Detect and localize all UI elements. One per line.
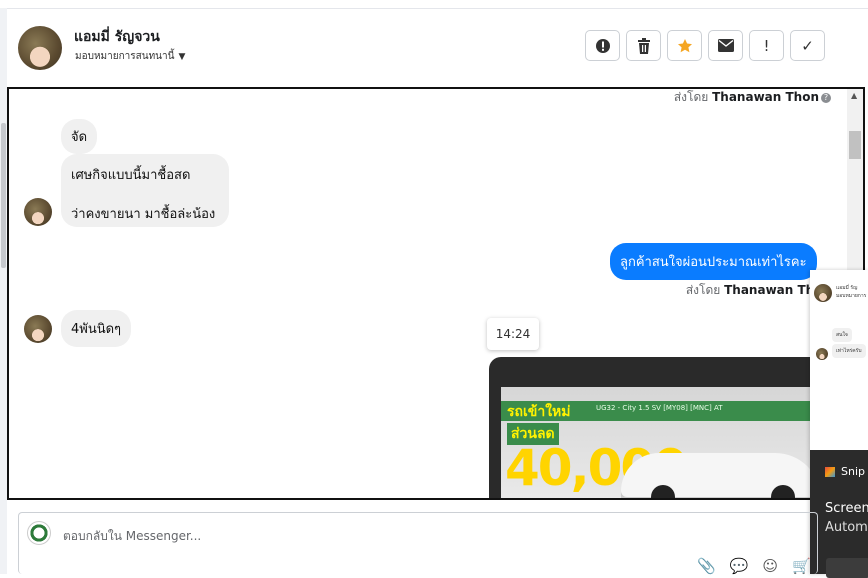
message-incoming[interactable]: 4พันนิดๆ bbox=[61, 310, 132, 347]
reply-input[interactable]: ตอบกลับใน Messenger... bbox=[63, 527, 201, 546]
message-line: เศษกิจแบบนี้มาชื้อสด bbox=[71, 168, 191, 183]
report-button[interactable] bbox=[585, 30, 620, 61]
mini-avatar bbox=[814, 284, 832, 302]
conversation-header: แอมมี่ รัญจวน มอบหมายการสนทนานี้ ▼ ! ✓ bbox=[10, 12, 868, 86]
mark-done-button[interactable]: ✓ bbox=[790, 30, 825, 61]
snip-line-2: Autom bbox=[825, 520, 868, 535]
attachment-icon[interactable]: 📎 bbox=[697, 557, 716, 575]
snip-notification[interactable]: Snip Screen Autom bbox=[810, 450, 868, 578]
snip-line-1: Screen bbox=[825, 501, 868, 516]
action-toolbar: ! ✓ bbox=[585, 30, 825, 61]
left-edge bbox=[0, 8, 7, 574]
alert-circle-icon bbox=[595, 38, 610, 53]
mini-message: สนใจ bbox=[832, 328, 852, 342]
snip-title-row: Snip bbox=[825, 465, 865, 478]
conversation-thread[interactable]: ส่งโดย Thanawan Thon? จัด เศษกิจแบบนี้มา… bbox=[7, 87, 865, 500]
message-incoming[interactable]: จัด bbox=[61, 119, 98, 154]
contact-avatar-small bbox=[24, 315, 52, 343]
scroll-thumb[interactable] bbox=[849, 131, 861, 159]
mark-unread-button[interactable] bbox=[708, 30, 743, 61]
delete-button[interactable] bbox=[626, 30, 661, 61]
cart-icon[interactable]: 🛒 bbox=[792, 557, 811, 575]
scroll-up-icon[interactable]: ▲ bbox=[851, 91, 857, 100]
mini-sub: มอบหมายการ bbox=[836, 293, 867, 299]
page-avatar bbox=[27, 521, 51, 545]
info-icon[interactable]: ? bbox=[821, 92, 831, 103]
message-line: ว่าคงขายนา มาชื้อล่ะน้อง bbox=[71, 207, 216, 222]
envelope-icon bbox=[717, 39, 734, 52]
timestamp-tooltip: 14:24 bbox=[487, 318, 539, 350]
mini-avatar bbox=[816, 348, 828, 360]
message-incoming-multiline[interactable]: เศษกิจแบบนี้มาชื้อสด ว่าคงขายนา มาชื้อล่… bbox=[61, 154, 229, 227]
image-attachment[interactable]: รถเข้าใหม่ UG32 - City 1.5 SV [MY08] [MN… bbox=[489, 357, 829, 498]
sent-by-label: ส่งโดย Thanawan Thon? bbox=[674, 89, 831, 107]
reply-composer[interactable]: ตอบกลับใน Messenger... 📎 💬 ☺ 🛒 bbox=[18, 512, 818, 575]
exclamation-icon: ! bbox=[763, 36, 770, 55]
emoji-icon[interactable]: ☺ bbox=[762, 557, 778, 575]
promo-image: รถเข้าใหม่ UG32 - City 1.5 SV [MY08] [MN… bbox=[501, 387, 821, 498]
snip-action-button[interactable] bbox=[826, 558, 868, 578]
important-button[interactable]: ! bbox=[749, 30, 784, 61]
star-button[interactable] bbox=[667, 30, 702, 61]
contact-avatar[interactable] bbox=[18, 26, 62, 70]
contact-avatar-small bbox=[24, 198, 52, 226]
check-icon: ✓ bbox=[801, 36, 814, 55]
star-icon bbox=[677, 38, 692, 52]
left-scrollbar[interactable] bbox=[1, 123, 6, 268]
saved-reply-icon[interactable]: 💬 bbox=[730, 557, 749, 575]
contact-name[interactable]: แอมมี่ รัญจวน bbox=[74, 26, 160, 48]
message-outgoing[interactable]: ลูกค้าสนใจผ่อนประมาณเท่าไรคะ bbox=[610, 243, 817, 280]
promo-headline: รถเข้าใหม่ bbox=[507, 404, 571, 420]
assign-label: มอบหมายการสนทนานี้ bbox=[75, 51, 175, 62]
promo-spec: UG32 - City 1.5 SV [MY08] [MNC] AT bbox=[596, 404, 723, 412]
mini-message: เท่าไหร่ครับ bbox=[832, 344, 866, 358]
assign-conversation-dropdown[interactable]: มอบหมายการสนทนานี้ ▼ bbox=[75, 49, 185, 64]
composer-tools: 📎 💬 ☺ 🛒 bbox=[697, 557, 811, 575]
top-bar bbox=[0, 0, 868, 9]
trash-icon bbox=[637, 37, 650, 54]
mini-name: แอมมี่ รัญ bbox=[836, 285, 858, 291]
snip-app-icon bbox=[825, 466, 835, 477]
caret-down-icon: ▼ bbox=[178, 52, 186, 62]
